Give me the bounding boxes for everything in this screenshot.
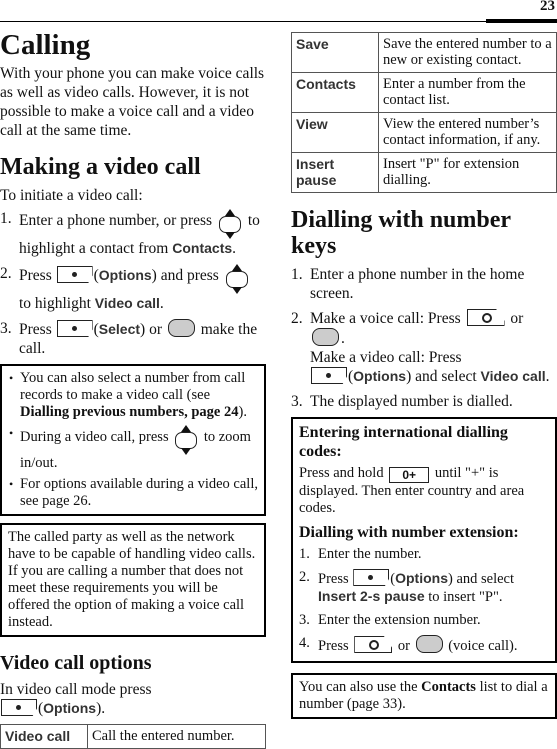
menu-term-insert-pause: Insert 2-s pause xyxy=(318,588,425,604)
menu-term-contacts: Contacts xyxy=(172,240,233,256)
left-soft-key-icon xyxy=(311,367,347,384)
step-2: 2. Press (Options) and press to highligh… xyxy=(0,264,266,313)
option-description: Save the entered number to a new or exis… xyxy=(378,32,557,73)
section-lead: To initiate a video call: xyxy=(0,187,143,204)
table-row: Video call Call the entered number. xyxy=(0,724,266,749)
option-description: View the entered number’s contact inform… xyxy=(378,112,557,153)
cross-reference: Dialling previous numbers, page 24 xyxy=(20,404,239,420)
left-soft-key-icon xyxy=(56,320,93,337)
option-name: Video call xyxy=(0,724,88,749)
section-lead: In video call mode press (Options). xyxy=(0,681,152,717)
video-call-options-table-continued: Save Save the entered number to a new or… xyxy=(291,32,557,193)
box-heading: Entering international dialling codes: xyxy=(299,424,508,460)
tips-box: You can also select a number from call r… xyxy=(0,364,266,516)
navigation-key-icon xyxy=(224,264,250,294)
section-heading-video-call-options: Video call options xyxy=(0,652,152,674)
video-call-key-icon xyxy=(415,635,443,653)
header-rule-accent xyxy=(486,19,557,23)
menu-term-options: Options xyxy=(395,570,448,586)
video-call-key-icon xyxy=(312,328,339,346)
step-1: 1. Enter a phone number, or press to hig… xyxy=(0,209,260,257)
tip-item: During a video call, press to zoom in/ou… xyxy=(8,425,258,472)
step-3: 3. Press (Select) or make the call. xyxy=(0,319,258,357)
left-soft-key-icon xyxy=(56,266,93,283)
intro-paragraph: With your phone you can make voice calls… xyxy=(0,65,265,139)
video-call-options-table: Video call Call the entered number. xyxy=(0,724,266,749)
header-rule xyxy=(0,21,557,22)
dialling-steps: 1. Enter a phone number in the home scre… xyxy=(291,265,557,411)
step-1: 1. Enter a phone number in the home scre… xyxy=(291,266,525,302)
option-description: Insert "P" for extension dialling. xyxy=(378,152,557,193)
term-contacts: Contacts xyxy=(421,679,476,695)
note-text: The called party as well as the network … xyxy=(8,529,256,630)
section-heading-dialling-number-keys: Dialling with number keys xyxy=(291,207,511,259)
step-1: 1. Enter the number. xyxy=(299,546,422,562)
option-description: Call the entered number. xyxy=(87,724,266,749)
left-soft-key-icon xyxy=(1,699,37,716)
option-description: Enter a number from the contact list. xyxy=(378,72,557,113)
table-row: Contacts Enter a number from the contact… xyxy=(291,72,557,113)
navigation-key-icon xyxy=(217,209,243,239)
option-name: View xyxy=(291,112,379,153)
box-text: You can also use the Contacts list to di… xyxy=(299,679,548,712)
section-heading-making-video-call: Making a video call xyxy=(0,154,201,180)
step-4: 4. Press or (voice call). xyxy=(299,635,518,654)
table-row: Insert pause Insert "P" for extension di… xyxy=(291,152,557,193)
zero-plus-key-icon: 0+ xyxy=(389,467,430,483)
step-2: 2. Press (Options) and select Insert 2-s… xyxy=(299,569,515,605)
menu-term-video-call: Video call xyxy=(480,368,546,384)
menu-term-options: Options xyxy=(353,368,407,384)
right-column: Save Save the entered number to a new or… xyxy=(291,32,557,719)
table-row: Save Save the entered number to a new or… xyxy=(291,32,557,73)
page-title: Calling xyxy=(0,29,91,61)
contacts-tip-box: You can also use the Contacts list to di… xyxy=(291,673,557,719)
step-3: 3. The displayed number is dialled. xyxy=(291,393,513,410)
note-box: The called party as well as the network … xyxy=(0,523,266,637)
menu-term-video-call: Video call xyxy=(94,295,160,311)
left-column: Calling With your phone you can make voi… xyxy=(0,26,266,749)
step-2: 2. Make a voice call: Press or . Make a … xyxy=(291,309,550,385)
navigation-key-icon xyxy=(173,425,199,455)
call-key-icon xyxy=(354,636,393,653)
step-3: 3. Enter the extension number. xyxy=(299,612,481,628)
option-name: Insert pause xyxy=(291,152,379,193)
menu-term-options: Options xyxy=(98,267,152,283)
box-heading: Dialling with number extension: xyxy=(299,524,519,541)
table-row: View View the entered number’s contact i… xyxy=(291,112,557,153)
call-key-icon xyxy=(466,309,505,326)
tip-item: You can also select a number from call r… xyxy=(8,370,258,421)
extension-steps: 1. Enter the number. 2. Press (Options) … xyxy=(299,546,549,655)
tip-item: For options available during a video cal… xyxy=(8,476,258,510)
option-name: Contacts xyxy=(291,72,379,113)
page-number: 23 xyxy=(540,0,555,14)
international-dialling-box: Entering international dialling codes: P… xyxy=(291,417,557,663)
menu-term-options: Options xyxy=(43,700,97,716)
left-soft-key-icon xyxy=(353,569,390,586)
box-text: Press and hold 0+ until "+" is displayed… xyxy=(299,465,525,516)
option-name: Save xyxy=(291,32,379,73)
video-call-key-icon xyxy=(167,319,195,337)
video-call-steps: 1. Enter a phone number, or press to hig… xyxy=(0,209,266,358)
menu-term-select: Select xyxy=(98,321,141,337)
